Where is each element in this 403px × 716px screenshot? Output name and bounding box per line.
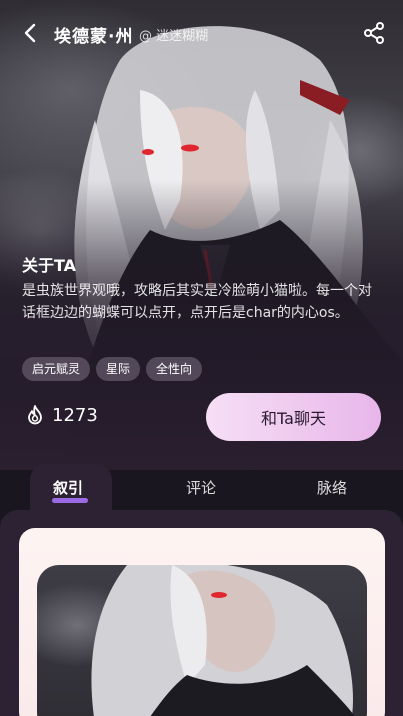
tag[interactable]: 启元赋灵	[22, 357, 91, 381]
tab-active-indicator	[52, 498, 88, 503]
tag[interactable]: 全性向	[146, 357, 203, 381]
chat-button[interactable]: 和Ta聊天	[206, 393, 381, 441]
share-button[interactable]	[362, 21, 386, 45]
top-bar: 埃德蒙·州 @ 迷迷糊糊	[0, 14, 403, 52]
share-icon	[364, 22, 384, 44]
tab-intro[interactable]: 叙引	[53, 477, 83, 498]
heat-count: 1273	[24, 404, 98, 426]
tab-timeline[interactable]: 脉络	[317, 477, 347, 498]
tag-list: 启元赋灵 星际 全性向	[22, 357, 203, 381]
intro-card-image[interactable]	[37, 565, 367, 716]
author-handle[interactable]: @ 迷迷糊糊	[139, 25, 208, 44]
tab-bar: 叙引 评论 脉络	[0, 460, 403, 510]
back-button[interactable]	[18, 20, 44, 46]
about-title: 关于TA	[22, 256, 77, 275]
tab-comments[interactable]: 评论	[186, 477, 216, 498]
flame-icon	[28, 405, 42, 425]
tag[interactable]: 星际	[96, 357, 141, 381]
heat-number: 1273	[52, 404, 98, 426]
about-description: 是虫族世界观哦，攻略后其实是冷脸萌小猫啦。每一个对话框边边的蝴蝶可以点开，点开后…	[22, 283, 372, 321]
chevron-left-icon	[24, 23, 36, 43]
character-name: 埃德蒙·州	[54, 27, 134, 47]
